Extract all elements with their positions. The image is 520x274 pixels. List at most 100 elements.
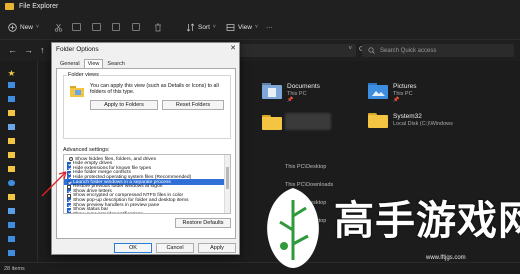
sidebar-item-onedrive[interactable] [8,179,36,187]
advanced-settings-list[interactable]: Show hidden files, folders, and drives Hi… [63,154,231,214]
rename-icon[interactable] [112,21,120,33]
forward-arrow-icon[interactable]: → [24,45,33,55]
scrollbar[interactable] [224,155,230,213]
checkbox[interactable] [67,212,71,213]
chevron-down-icon: ˅ [36,24,39,30]
view-button[interactable]: View ˅ [226,21,258,33]
back-arrow-icon[interactable]: ← [8,45,17,55]
view-icon [226,23,235,31]
delete-icon[interactable] [154,21,162,33]
item-count: 28 items [4,266,25,272]
view-tab-panel: Folder views You can apply this view (su… [56,68,236,239]
search-input[interactable]: Search Quick access [362,44,514,57]
sidebar-item[interactable] [8,235,36,243]
pin-icon: 📌 [393,97,400,103]
watermark-text: 高手游戏网 [334,198,520,244]
folder-views-icon [70,86,84,97]
sidebar-item[interactable] [8,193,36,201]
folder-options-dialog: Folder Options ✕ General View Search Fol… [51,42,240,255]
file-explorer-icon [5,3,14,10]
sidebar-item[interactable] [8,137,36,145]
chevron-down-icon: ˅ [212,24,216,30]
new-button[interactable]: New ˅ [8,21,39,33]
item-name: System32 [393,113,422,120]
advanced-setting-row[interactable]: Show sync provider notifications [64,211,224,213]
scrollbar-thumb[interactable] [226,167,229,189]
sidebar-item[interactable] [8,81,36,89]
chevron-down-icon: ˅ [254,24,258,30]
more-options-button[interactable]: ··· [266,21,273,33]
folder-icon [8,110,15,116]
folder-icon [8,152,15,158]
watermark-url: www.lftjgs.com [426,255,466,261]
sidebar-item-this-pc[interactable] [8,207,36,215]
sidebar-item[interactable] [8,221,36,229]
reset-folders-button[interactable]: Reset Folders [162,100,224,110]
folder-views-group: Folder views You can apply this view (su… [63,72,231,139]
plus-circle-icon [8,22,17,32]
close-icon[interactable]: ✕ [230,44,236,52]
cloud-icon [8,180,15,186]
share-icon[interactable] [132,21,140,33]
command-bar: New ˅ Sort ˅ View ˅ ··· [0,14,520,40]
documents-folder-icon [262,83,282,99]
pin-icon: 📌 [287,97,294,103]
folder-icon [8,194,15,200]
quick-access-item[interactable]: System32 Local Disk (C:)\Windows [368,113,453,128]
folder-views-label: Folder views [67,72,100,78]
folder-icon [8,166,15,172]
dialog-title: Folder Options [56,46,99,53]
search-icon [368,47,375,54]
search-placeholder: Search Quick access [380,47,437,54]
sidebar-item[interactable] [8,165,36,173]
star-icon [8,70,15,76]
sort-button[interactable]: Sort ˅ [186,21,216,33]
sort-label: Sort [198,23,210,31]
download-icon [8,250,15,256]
address-field[interactable]: ˅ [238,44,356,57]
apply-button[interactable]: Apply [198,243,236,253]
item-location: Local Disk (C:)\Windows [393,121,453,127]
desktop-icon [8,82,15,88]
recent-file-location: This PC\Desktop [285,164,327,170]
sidebar-item[interactable] [8,95,36,103]
folder-icon [262,115,282,130]
sidebar-item[interactable] [8,151,36,159]
navigation-pane [0,61,38,262]
sidebar-item-quick-access[interactable] [8,69,36,77]
apply-to-folders-button[interactable]: Apply to Folders [90,100,158,110]
view-label: View [238,23,252,31]
watermark-logo [267,188,319,268]
download-icon [8,96,15,102]
redacted-item-name [285,113,331,130]
folder-icon [8,138,15,144]
sort-icon [186,23,195,31]
desktop-icon [8,222,15,228]
copy-icon[interactable] [72,21,81,33]
folder-views-description: You can apply this view (such as Details… [90,83,219,96]
item-name: Pictures [393,83,417,90]
sidebar-item[interactable] [8,249,36,257]
sidebar-item[interactable] [8,123,36,131]
title-bar: File Explorer [0,0,520,14]
pictures-icon [8,124,15,130]
quick-access-item[interactable]: Documents This PC 📌 [262,83,320,103]
advanced-settings-label: Advanced settings: [63,147,110,153]
cut-icon[interactable] [54,21,63,33]
quick-access-item[interactable] [262,115,282,130]
item-name: Documents [287,83,320,90]
status-bar: 28 items [0,262,520,274]
computer-icon [8,208,15,214]
up-arrow-icon[interactable]: ↑ [40,45,45,55]
ok-button[interactable]: OK [114,243,152,253]
advanced-setting-label: Show sync provider notifications [73,212,143,213]
quick-access-item[interactable]: Pictures This PC 📌 [368,83,416,103]
window-title: File Explorer [19,3,59,10]
new-label: New [20,23,34,31]
cancel-button[interactable]: Cancel [156,243,194,253]
sidebar-item[interactable] [8,109,36,117]
restore-defaults-button[interactable]: Restore Defaults [175,218,231,228]
chevron-down-icon[interactable]: ˅ [348,46,352,52]
pictures-folder-icon [368,83,388,99]
paste-icon[interactable] [92,21,101,33]
